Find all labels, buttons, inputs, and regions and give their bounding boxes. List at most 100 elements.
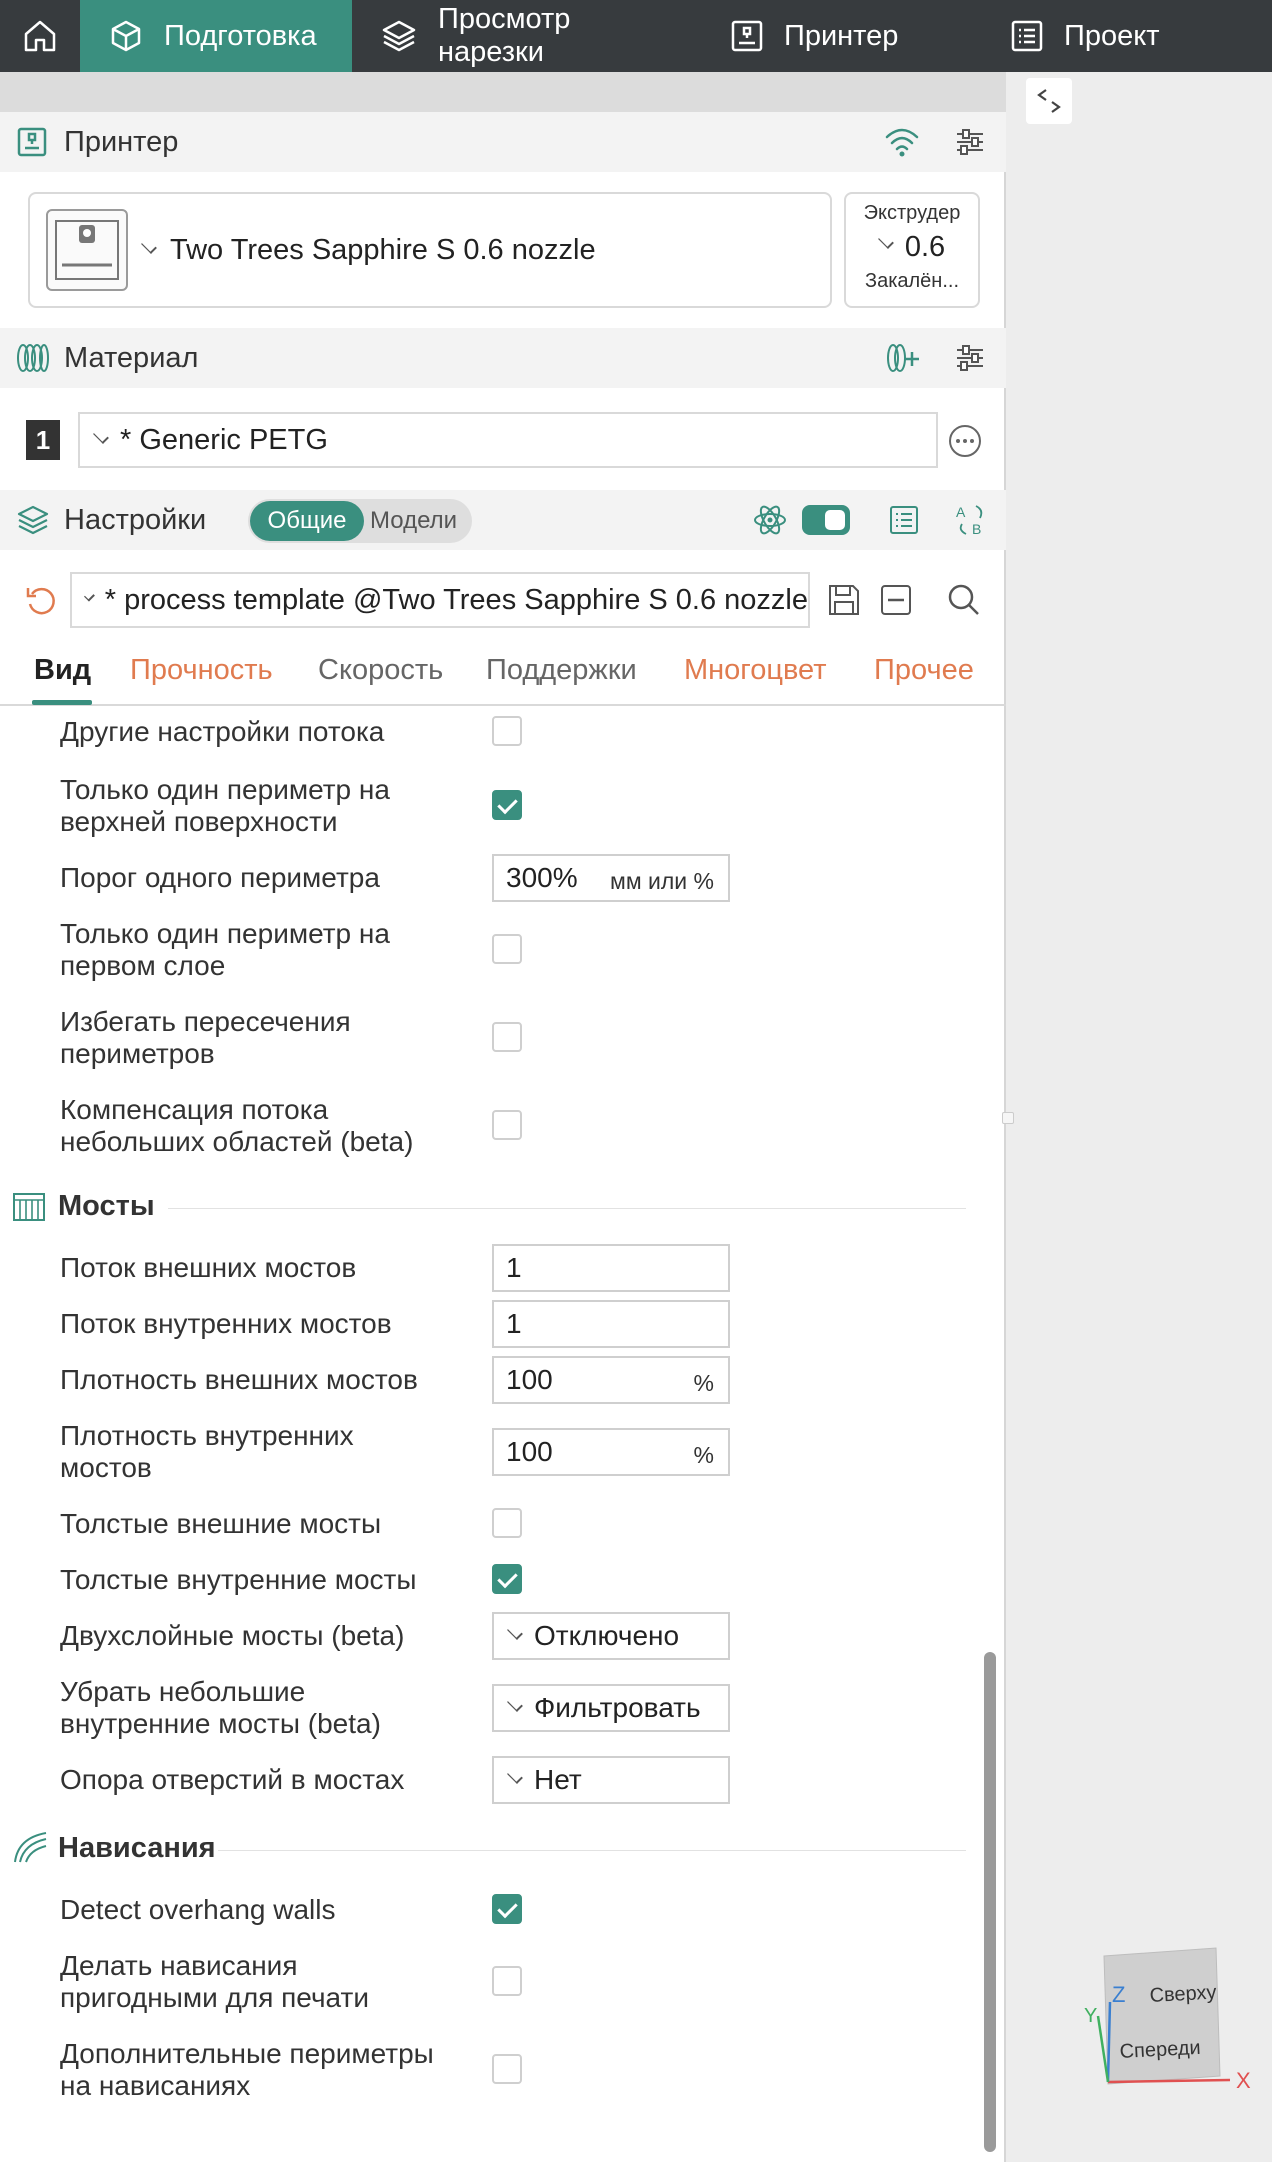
3d-viewport[interactable]: Сверху Спереди X Z Y xyxy=(1002,72,1272,2162)
top-navigation: Подготовка Просмотр нарезки Принтер Прое… xyxy=(0,0,1272,72)
one-wall-threshold-label: Порог одного периметра xyxy=(60,862,380,893)
only-one-wall-first-checkbox[interactable] xyxy=(492,934,522,964)
scope-models-option[interactable]: Модели xyxy=(370,507,457,535)
chevron-down-icon xyxy=(877,233,894,249)
extruder-selector[interactable]: Экструдер 0.6 Закалён... xyxy=(844,192,980,308)
make-overhang-printable-label: Делать нависания пригодными для печати xyxy=(60,1950,369,2013)
internal-bridge-flow-value: 1 xyxy=(506,1308,522,1339)
only-one-wall-first-label: Только один периметр на первом слое xyxy=(60,918,390,981)
tab-others[interactable]: Прочее xyxy=(874,654,974,687)
atom-icon[interactable] xyxy=(752,502,788,538)
double-layer-bridges-label: Двухслойные мосты (beta) xyxy=(60,1620,405,1651)
tab-slice-preview[interactable]: Просмотр нарезки xyxy=(352,0,702,72)
printer-section-header: Принтер xyxy=(0,112,1006,172)
overhangs-group-title: Нависания xyxy=(58,1832,216,1864)
other-flow-label: Другие настройки потока xyxy=(60,716,385,747)
filament-selector[interactable]: * Generic PETG xyxy=(78,412,938,468)
bridge-hole-support-select[interactable]: Нет xyxy=(492,1756,730,1804)
splitter-handle[interactable] xyxy=(1002,1112,1014,1124)
tab-quality[interactable]: Вид xyxy=(34,654,91,687)
printer-section-title: Принтер xyxy=(64,125,179,158)
external-bridge-flow-input[interactable]: 1 xyxy=(492,1244,730,1292)
tab-multimaterial[interactable]: Многоцвет xyxy=(684,654,827,687)
tab-project-label: Проект xyxy=(1064,19,1160,52)
detect-overhang-walls-label: Detect overhang walls xyxy=(60,1894,336,1925)
double-layer-bridges-select[interactable]: Отключено xyxy=(492,1612,730,1660)
wifi-icon[interactable] xyxy=(884,125,920,159)
tab-prepare-label: Подготовка xyxy=(164,19,317,52)
external-bridge-flow-label: Поток внешних мостов xyxy=(60,1252,357,1283)
external-bridge-density-input[interactable]: 100 % xyxy=(492,1356,730,1404)
tab-printer-label: Принтер xyxy=(784,19,899,52)
printer-icon xyxy=(731,20,763,52)
printer-section-icon xyxy=(17,127,47,157)
svg-text:B: B xyxy=(972,521,981,537)
cube-icon xyxy=(111,20,141,52)
chevron-down-icon xyxy=(141,238,157,254)
add-filament-icon[interactable] xyxy=(886,342,922,374)
only-one-wall-top-checkbox[interactable] xyxy=(492,790,522,820)
filament-icon xyxy=(17,344,49,372)
other-flow-checkbox[interactable] xyxy=(492,716,522,746)
bridge-hole-support-label: Опора отверстий в мостах xyxy=(60,1764,405,1795)
avoid-crossing-checkbox[interactable] xyxy=(492,1022,522,1052)
collapse-arrows-icon xyxy=(1037,89,1061,113)
settings-tabs: Вид Прочность Скорость Поддержки Многоцв… xyxy=(0,642,1006,706)
only-one-wall-top-label: Только один периметр на верхней поверхнос… xyxy=(60,774,390,837)
make-overhang-printable-checkbox[interactable] xyxy=(492,1966,522,1996)
search-icon[interactable] xyxy=(946,582,982,618)
avoid-crossing-label: Избегать пересечения периметров xyxy=(60,1006,351,1069)
axis-y-label: Y xyxy=(1084,2005,1097,2027)
percent-unit: % xyxy=(693,1442,714,1468)
filter-small-bridges-select[interactable]: Фильтровать xyxy=(492,1684,730,1732)
thick-external-bridges-checkbox[interactable] xyxy=(492,1508,522,1538)
printer-name: Two Trees Sapphire S 0.6 nozzle xyxy=(170,233,596,266)
nozzle-type: Закалён... xyxy=(864,270,960,292)
tab-prepare[interactable]: Подготовка xyxy=(80,0,352,72)
material-settings-icon[interactable] xyxy=(954,342,986,374)
extra-perimeters-overhangs-checkbox[interactable] xyxy=(492,2054,522,2084)
filter-small-bridges-value: Фильтровать xyxy=(534,1692,701,1723)
tab-supports[interactable]: Поддержки xyxy=(486,654,637,687)
thick-external-bridges-label: Толстые внешние мосты xyxy=(60,1508,382,1539)
extra-perimeters-overhangs-label: Дополнительные периметры на нависаниях xyxy=(60,2038,434,2101)
scope-global-option[interactable]: Общие xyxy=(250,501,364,541)
printer-preset-selector[interactable]: Two Trees Sapphire S 0.6 nozzle xyxy=(28,192,832,308)
tab-project[interactable]: Проект xyxy=(982,0,1232,72)
filament-slot-number: 1 xyxy=(26,420,60,460)
filament-name: * Generic PETG xyxy=(120,423,328,456)
tab-speed[interactable]: Скорость xyxy=(318,654,443,687)
internal-bridge-density-label: Плотность внутренних мостов xyxy=(60,1420,354,1483)
bridges-group-title: Мосты xyxy=(58,1190,155,1222)
reset-icon[interactable] xyxy=(24,584,58,618)
remove-preset-icon[interactable] xyxy=(878,582,914,618)
more-options-icon[interactable] xyxy=(948,424,982,458)
process-preset-name: * process template @Two Trees Sapphire S… xyxy=(104,583,808,616)
one-wall-threshold-input[interactable]: 300% мм или % xyxy=(492,854,730,902)
external-bridge-flow-value: 1 xyxy=(506,1252,522,1283)
chevron-down-icon xyxy=(507,1696,523,1712)
view-cube[interactable]: Сверху Спереди X Z Y xyxy=(1080,1942,1260,2122)
divider xyxy=(218,1850,966,1851)
tab-strength[interactable]: Прочность xyxy=(130,654,273,687)
settings-scrollbar[interactable] xyxy=(984,1652,996,2152)
material-section-header: Материал xyxy=(0,328,1006,388)
save-icon[interactable] xyxy=(826,582,862,618)
printer-thumbnail xyxy=(46,209,128,291)
process-preset-selector[interactable]: * process template @Two Trees Sapphire S… xyxy=(70,572,810,628)
collapse-sidebar-button[interactable] xyxy=(1026,78,1072,124)
internal-bridge-density-input[interactable]: 100 % xyxy=(492,1428,730,1476)
settings-scope-toggle[interactable]: Общие Модели xyxy=(248,499,472,543)
thick-internal-bridges-checkbox[interactable] xyxy=(492,1564,522,1594)
advanced-mode-switch[interactable] xyxy=(802,505,850,535)
detect-overhang-walls-checkbox[interactable] xyxy=(492,1894,522,1924)
compare-icon[interactable]: AB xyxy=(954,502,988,538)
internal-bridge-flow-input[interactable]: 1 xyxy=(492,1300,730,1348)
printer-settings-icon[interactable] xyxy=(954,126,986,158)
chevron-down-icon xyxy=(84,590,95,602)
internal-bridge-flow-label: Поток внутренних мостов xyxy=(60,1308,392,1339)
small-area-flow-checkbox[interactable] xyxy=(492,1110,522,1140)
home-button[interactable] xyxy=(0,0,80,72)
tab-printer[interactable]: Принтер xyxy=(702,0,982,72)
list-settings-icon[interactable] xyxy=(888,504,920,536)
